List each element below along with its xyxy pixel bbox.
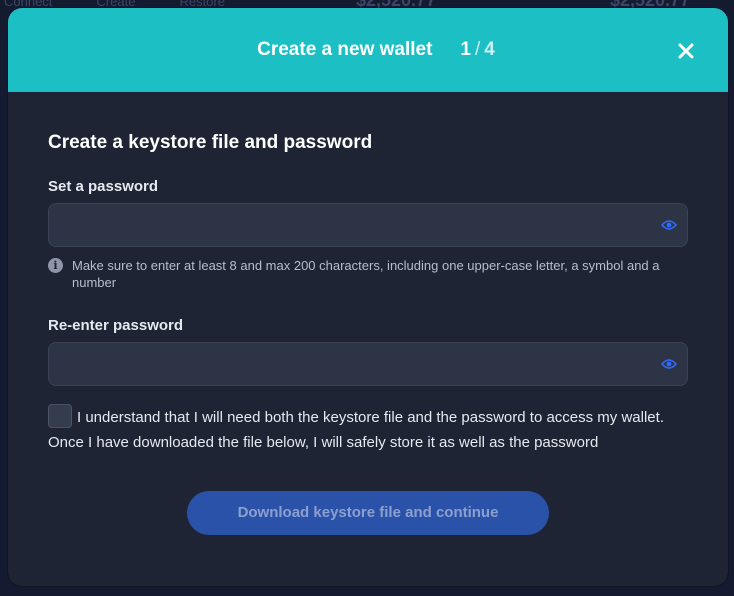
step-separator: / [475,39,481,60]
reenter-password-input[interactable] [49,343,687,385]
confirm-checkbox[interactable] [48,404,72,428]
background-nav-create: Create [96,0,136,9]
password-hint-text: Make sure to enter at least 8 and max 20… [72,258,660,290]
password-input[interactable] [49,204,687,246]
confirm-section: I understand that I will need both the k… [48,404,688,455]
modal-body: Create a keystore file and password Set … [8,92,728,535]
eye-icon[interactable] [661,218,677,232]
cta-wrapper: Download keystore file and continue [48,491,688,535]
step-total: 4 [484,39,495,60]
download-keystore-button[interactable]: Download keystore file and continue [187,491,549,535]
section-title: Create a keystore file and password [48,132,373,153]
reenter-password-field-wrapper [48,342,688,386]
password-label: Set a password [48,178,159,195]
info-icon: i [48,258,63,273]
modal-title: Create a new wallet [257,39,433,60]
background-nav-restore: Restore [179,0,225,9]
create-wallet-modal: Create a new wallet 1/4 Create a keystor… [8,8,728,586]
background-nav: Connect Create Restore [4,0,225,9]
eye-icon[interactable] [661,357,677,371]
background-nav-connect: Connect [4,0,53,9]
step-indicator: 1/4 [460,39,494,61]
password-hint: i Make sure to enter at least 8 and max … [48,257,688,291]
step-current: 1 [460,39,471,60]
close-button[interactable] [674,38,698,62]
confirm-text: I understand that I will need both the k… [48,409,664,451]
modal-header: Create a new wallet 1/4 [8,8,728,92]
password-field-wrapper [48,203,688,247]
close-icon [678,43,694,59]
reenter-password-label: Re-enter password [48,317,184,334]
